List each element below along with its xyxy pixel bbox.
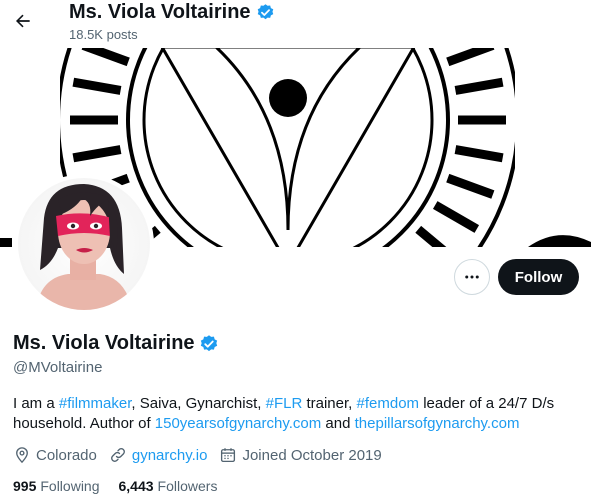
more-icon (465, 275, 479, 279)
profile-stats: 995 Following 6,443 Followers (13, 478, 236, 494)
followers-link[interactable]: 6,443 Followers (119, 478, 218, 494)
back-button[interactable] (8, 6, 38, 36)
post-count: 18.5K posts (69, 27, 138, 42)
following-link[interactable]: 995 Following (13, 478, 100, 494)
location-icon (16, 447, 28, 464)
location: Colorado (13, 446, 97, 464)
followers-count: 6,443 (118, 478, 154, 494)
hashtag-femdom[interactable]: #femdom (357, 395, 420, 412)
profile-display-name: Ms. Viola Voltairine (13, 332, 219, 355)
profile-header-bar: Ms. Viola Voltairine 18.5K posts (0, 0, 591, 48)
join-date: Joined October 2019 (219, 446, 382, 464)
hashtag-flr[interactable]: #FLR (266, 395, 303, 412)
bio-link-150yearsofgynarchy[interactable]: 150yearsofgynarchy.com (155, 415, 321, 432)
avatar[interactable] (14, 174, 154, 314)
profile-meta: Colorado gynarchy.io Joined October 2019 (13, 446, 394, 464)
calendar-icon (221, 448, 236, 463)
more-options-button[interactable] (454, 259, 490, 295)
header-display-name: Ms. Viola Voltairine (69, 1, 275, 24)
hashtag-filmmaker[interactable]: #filmmaker (59, 395, 132, 412)
website-link[interactable]: gynarchy.io (132, 447, 208, 464)
following-label: Following (40, 478, 100, 494)
bio-link-thepillarsofgynarchy[interactable]: thepillarsofgynarchy.com (355, 415, 520, 432)
profile-handle: @MVoltairine (13, 359, 103, 376)
back-arrow-icon (16, 14, 30, 28)
link-icon (110, 448, 125, 462)
website[interactable]: gynarchy.io (109, 446, 208, 464)
followers-label: Followers (157, 478, 218, 494)
verified-badge-icon (257, 4, 273, 20)
following-count: 995 (13, 478, 37, 494)
profile-bio: I am a #filmmaker, Saiva, Gynarchist, #F… (13, 395, 555, 432)
verified-badge-icon[interactable] (199, 334, 219, 354)
follow-button[interactable]: Follow (498, 259, 579, 295)
avatar-portrait (18, 178, 150, 310)
